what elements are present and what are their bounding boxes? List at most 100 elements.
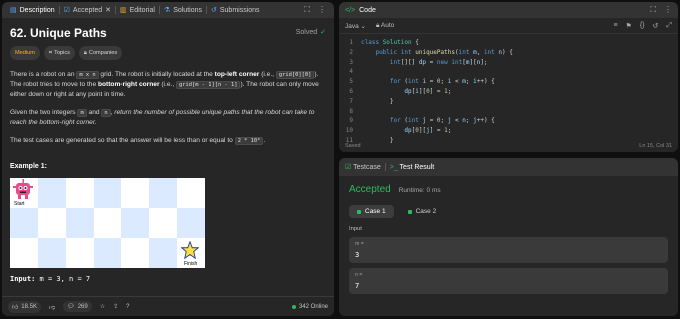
problem-title[interactable]: 62. Unique Paths — [10, 27, 107, 39]
grid-cell — [121, 208, 150, 238]
test-tabs: ☑ Testcase >_ Test Result — [339, 158, 678, 176]
dislike-button[interactable]: 👎︎ — [49, 303, 55, 311]
autocomplete-toggle[interactable]: 🔒︎ Auto — [376, 22, 394, 30]
grid-cell — [65, 208, 94, 238]
braces-icon[interactable]: {} — [640, 22, 645, 30]
grid-cell — [93, 238, 122, 268]
input-m-value: 3 — [355, 251, 360, 259]
tab-test-result[interactable]: >_ Test Result — [390, 164, 434, 171]
code-line: 6 dp[i][0] = 1; — [339, 87, 678, 97]
comments-count: 269 — [77, 303, 88, 310]
grid-cell — [177, 178, 205, 208]
text: . — [263, 137, 266, 144]
input-value: m = 3, n = 7 — [35, 275, 91, 283]
online-indicator: 342 Online — [291, 304, 328, 310]
text: The test cases are generated so that the… — [10, 137, 235, 144]
tab-test-result-label: Test Result — [399, 163, 435, 171]
solved-status: Solved ✓ — [296, 28, 326, 38]
description-paragraph-1: There is a robot on an m x n grid. The r… — [10, 70, 326, 100]
checkbox-icon: ☑ — [345, 164, 352, 171]
line-number: 2 — [349, 48, 353, 56]
save-status: Saved — [345, 143, 361, 149]
grid-cell — [121, 178, 150, 208]
maximize-icon[interactable]: ⛶ — [650, 5, 656, 15]
text: grid. The robot is initially located at … — [98, 71, 215, 78]
check-icon: ☑ — [63, 7, 70, 14]
grid-cell — [37, 178, 66, 208]
like-button[interactable]: 👍︎ 18.5K — [8, 300, 41, 313]
finish-label: Finish — [184, 261, 198, 267]
code-icon: </> — [345, 6, 356, 14]
flask-icon: ⚗ — [163, 7, 171, 14]
mode-label: Auto — [380, 21, 395, 29]
tab-accepted[interactable]: ☑ Accepted ✕ — [60, 2, 115, 18]
language-select[interactable]: Java ⌄ — [345, 22, 366, 30]
case-2-tab[interactable]: Case 2 — [400, 205, 445, 218]
grid-cell — [149, 208, 178, 238]
tab-submissions[interactable]: ↺ Submissions — [207, 2, 264, 18]
grid-cell — [37, 238, 66, 268]
grid-cell — [10, 238, 38, 268]
cursor-position: Ln 15, Col 31 — [639, 143, 672, 149]
line-number: 10 — [345, 127, 353, 135]
document-icon: ▤ — [10, 7, 17, 14]
tab-description[interactable]: ▤ Description — [6, 2, 59, 18]
result-status: Accepted — [349, 184, 391, 195]
companies-badge[interactable]: 🔒︎ Companies — [78, 46, 123, 60]
code-line: 2 public int uniquePaths(int m, int n) { — [339, 48, 678, 58]
inline-code: 2 * 10⁹ — [234, 137, 264, 145]
difficulty-badge[interactable]: Medium — [10, 46, 40, 60]
line-number: 6 — [349, 87, 353, 95]
input-n-key: n = — [355, 272, 363, 278]
comment-icon: 💬︎ — [67, 304, 75, 310]
inline-code: m x n — [76, 71, 99, 79]
text: and — [86, 109, 102, 116]
grid-cell — [149, 178, 178, 208]
likes-count: 18.5K — [21, 303, 37, 310]
code-editor[interactable]: 1 class Solution { 2 public int uniquePat… — [339, 34, 678, 146]
star-button[interactable]: ☆ — [100, 303, 105, 310]
fullscreen-icon[interactable]: ⤢ — [666, 22, 672, 30]
bold-text: bottom-right corner — [97, 81, 160, 88]
tab-solutions[interactable]: ⚗ Solutions — [160, 2, 206, 18]
share-button[interactable]: ⇪ — [113, 303, 118, 310]
star-icon — [181, 241, 199, 259]
help-button[interactable]: ? — [126, 304, 129, 310]
lock-icon: 🔒︎ — [83, 50, 87, 56]
grid-cell — [177, 208, 205, 238]
input-m-key: m = — [355, 241, 364, 247]
case-2-label: Case 2 — [415, 208, 437, 215]
thumbs-down-icon: 👎︎ — [48, 304, 56, 311]
history-icon: ↺ — [210, 7, 217, 14]
thumbs-up-icon: 👍︎ — [12, 304, 19, 311]
close-icon[interactable]: ✕ — [105, 6, 111, 14]
tag-icon: ⌗ — [48, 50, 53, 56]
text: There is a robot on an — [10, 71, 77, 78]
maximize-icon[interactable]: ⛶ — [304, 5, 310, 15]
grid-cell — [65, 178, 94, 208]
line-number: 8 — [349, 107, 353, 115]
grid-cell — [65, 238, 94, 268]
bookmark-icon[interactable]: ⚑ — [626, 22, 632, 30]
line-number: 4 — [349, 68, 353, 76]
reset-icon[interactable]: ↺ — [653, 22, 659, 30]
tab-editorial[interactable]: ▥ Editorial — [116, 2, 159, 18]
bold-text: top-left corner — [214, 71, 260, 78]
more-icon[interactable]: ⋮ — [318, 5, 326, 15]
solved-label: Solved — [295, 29, 318, 36]
problem-badges: Medium ⌗ Topics 🔒︎ Companies — [10, 46, 326, 60]
more-icon[interactable]: ⋮ — [664, 5, 672, 15]
case-1-tab[interactable]: Case 1 — [349, 205, 394, 218]
comments-button[interactable]: 💬︎ 269 — [63, 301, 92, 312]
grid-cell — [149, 238, 178, 268]
language-label: Java — [345, 22, 359, 30]
text: (i.e., — [259, 71, 276, 78]
start-label: Start — [14, 201, 25, 207]
tab-testcase[interactable]: ☑ Testcase — [345, 163, 381, 171]
test-panel: ☑ Testcase >_ Test Result Accepted Runti… — [339, 158, 678, 316]
topics-badge[interactable]: ⌗ Topics — [43, 46, 75, 60]
tab-divider — [384, 163, 386, 171]
format-icon[interactable]: ≡ — [613, 22, 617, 30]
tab-solutions-label: Solutions — [173, 6, 202, 14]
line-number: 7 — [349, 97, 353, 105]
